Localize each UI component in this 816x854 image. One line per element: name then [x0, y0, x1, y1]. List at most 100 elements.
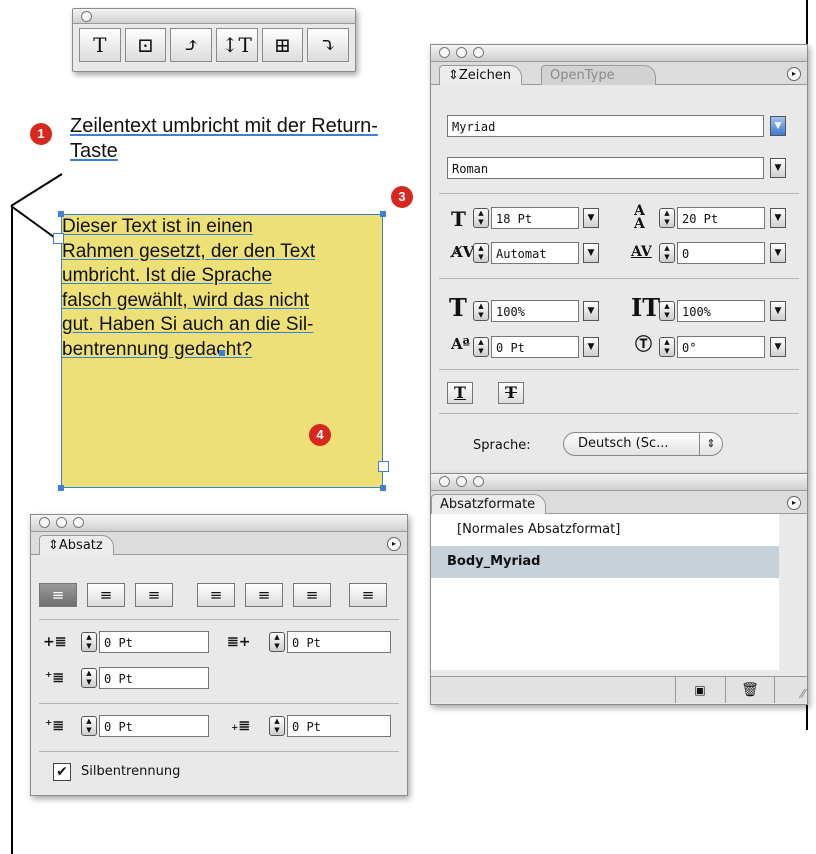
baseline-shift-field[interactable]: 0 Pt [491, 336, 579, 358]
close-button[interactable] [439, 47, 450, 58]
space-before-field[interactable]: 0 Pt [99, 715, 209, 737]
vertical-type-tool-icon[interactable]: ↕T [216, 28, 258, 62]
trash-icon[interactable]: 🗑 [725, 677, 775, 703]
justify-center-button[interactable]: ≡ [245, 583, 283, 607]
frame-handle-bl[interactable] [58, 485, 64, 491]
minimize-button[interactable] [456, 476, 467, 487]
font-size-field[interactable]: 18 Pt [491, 207, 579, 229]
updown-icon: ⇕ [48, 538, 59, 553]
skew-icon: Ⓣ [635, 335, 652, 355]
skew-stepper[interactable]: ▲ ▼ [659, 337, 675, 357]
type-on-path-icon[interactable]: ⤴ [170, 28, 213, 62]
palette-menu-button[interactable]: ▸ [787, 496, 801, 510]
horizontal-scale-field[interactable]: 100% [677, 300, 765, 322]
tab-opentype[interactable]: OpenType [541, 65, 656, 85]
close-button[interactable] [439, 476, 450, 487]
align-right-button[interactable]: ≡ [135, 583, 173, 607]
vertical-scale-stepper[interactable]: ▲ ▼ [473, 301, 489, 321]
close-button[interactable] [39, 517, 50, 528]
frame-text-line: gut. Haben Si auch an die Sil- [62, 314, 314, 335]
space-after-stepper[interactable]: ▲ ▼ [269, 716, 285, 736]
palette-menu-button[interactable]: ▸ [387, 537, 401, 551]
font-size-stepper[interactable]: ▲ ▼ [473, 208, 489, 228]
vertical-scale-field[interactable]: 100% [491, 300, 579, 322]
space-before-stepper[interactable]: ▲ ▼ [81, 716, 97, 736]
justify-right-button[interactable]: ≡ [293, 583, 331, 607]
strikethrough-button[interactable]: T [498, 382, 524, 404]
language-select[interactable]: Deutsch (Sc... ⇕ [563, 432, 723, 456]
leading-stepper[interactable]: ▲ ▼ [659, 208, 675, 228]
vertical-path-type-icon[interactable]: ⤵ [307, 28, 350, 62]
justify-all-button[interactable]: ≡ [349, 583, 387, 607]
hyphenation-checkbox[interactable]: ✔ [53, 763, 71, 781]
left-indent-field[interactable]: 0 Pt [99, 631, 209, 653]
minimize-button[interactable] [456, 47, 467, 58]
frame-handle-tr[interactable] [380, 211, 386, 217]
font-family-dropdown[interactable]: ▼ [770, 116, 786, 136]
language-label: Sprache: [473, 438, 531, 453]
leading-field[interactable]: 20 Pt [677, 207, 765, 229]
tab-zeichen[interactable]: ⇕Zeichen [439, 65, 523, 85]
baseline-shift-dropdown[interactable]: ▼ [583, 337, 599, 357]
zoom-button[interactable] [473, 476, 484, 487]
language-value: Deutsch (Sc... [578, 436, 669, 451]
kerning-stepper[interactable]: ▲ ▼ [473, 243, 489, 263]
skew-field[interactable]: 0° [677, 336, 765, 358]
kerning-field[interactable]: Automat [491, 242, 579, 264]
right-indent-field[interactable]: 0 Pt [287, 631, 391, 653]
baseline-shift-stepper[interactable]: ▲ ▼ [473, 337, 489, 357]
frame-type-tool-icon[interactable]: ⊡ [124, 28, 167, 62]
minimize-button[interactable] [56, 517, 67, 528]
palette-menu-button[interactable]: ▸ [787, 67, 801, 81]
updown-icon: ⇕ [448, 68, 459, 83]
tracking-stepper[interactable]: ▲ ▼ [659, 243, 675, 263]
frame-outport[interactable] [378, 461, 389, 472]
align-center-button[interactable]: ≡ [87, 583, 125, 607]
horizontal-scale-stepper[interactable]: ▲ ▼ [659, 301, 675, 321]
tab-absatzformate[interactable]: Absatzformate [431, 494, 547, 514]
frame-handle-tl[interactable] [58, 211, 64, 217]
tab-absatz[interactable]: ⇕Absatz [39, 535, 114, 555]
font-style-field[interactable]: Roman [447, 157, 764, 179]
tracking-dropdown[interactable]: ▼ [770, 243, 786, 263]
first-line-indent-field[interactable]: 0 Pt [99, 667, 209, 689]
left-indent-stepper[interactable]: ▲ ▼ [81, 632, 97, 652]
first-line-indent-icon: ⁺≣ [45, 670, 65, 686]
space-after-field[interactable]: 0 Pt [287, 715, 391, 737]
frame-handle-mid[interactable] [219, 350, 225, 356]
new-style-icon[interactable]: ▣ [675, 677, 724, 703]
frame-text-line: umbricht. Ist die Sprache [62, 265, 273, 286]
space-after-icon: ₊≣ [231, 718, 251, 734]
list-item[interactable]: [Normales Absatzformat] [431, 514, 779, 546]
toolbar-close-button[interactable] [81, 11, 92, 22]
frame-text-line: Rahmen gesetzt, der den Text [62, 240, 316, 262]
underline-button[interactable]: T [447, 382, 473, 404]
align-left-button[interactable]: ≡ [39, 583, 77, 607]
justify-left-button[interactable]: ≡ [197, 583, 235, 607]
vertical-scale-dropdown[interactable]: ▼ [583, 301, 599, 321]
frame-inport[interactable] [53, 233, 64, 244]
hyphenation-label: Silbentrennung [81, 764, 181, 779]
list-item-selected[interactable]: Body_Myriad [431, 546, 779, 578]
vertical-frame-type-icon[interactable]: ⊞ [261, 28, 304, 62]
right-indent-stepper[interactable]: ▲ ▼ [269, 632, 285, 652]
zoom-button[interactable] [473, 47, 484, 58]
font-size-icon: T [451, 207, 466, 231]
tracking-field[interactable]: 0 [677, 242, 765, 264]
kerning-dropdown[interactable]: ▼ [583, 243, 599, 263]
type-tool-icon[interactable]: T [79, 28, 121, 62]
zoom-button[interactable] [73, 517, 84, 528]
updown-icon: ⇕ [699, 433, 722, 455]
first-line-indent-stepper[interactable]: ▲ ▼ [81, 668, 97, 688]
font-style-dropdown[interactable]: ▼ [770, 158, 786, 178]
font-family-field[interactable]: Myriad [447, 115, 764, 137]
frame-handle-br[interactable] [380, 485, 386, 491]
frame-text: Dieser Text ist in einen Rahmen gesetzt, … [62, 215, 382, 362]
leading-dropdown[interactable]: ▼ [770, 208, 786, 228]
right-indent-icon: ≣+ [227, 634, 251, 650]
font-size-dropdown[interactable]: ▼ [583, 208, 599, 228]
resize-grip-icon[interactable]: ⁄⁄ [801, 687, 805, 701]
horizontal-scale-dropdown[interactable]: ▼ [770, 301, 786, 321]
callout-badge-1: 1 [30, 123, 52, 145]
skew-dropdown[interactable]: ▼ [770, 337, 786, 357]
